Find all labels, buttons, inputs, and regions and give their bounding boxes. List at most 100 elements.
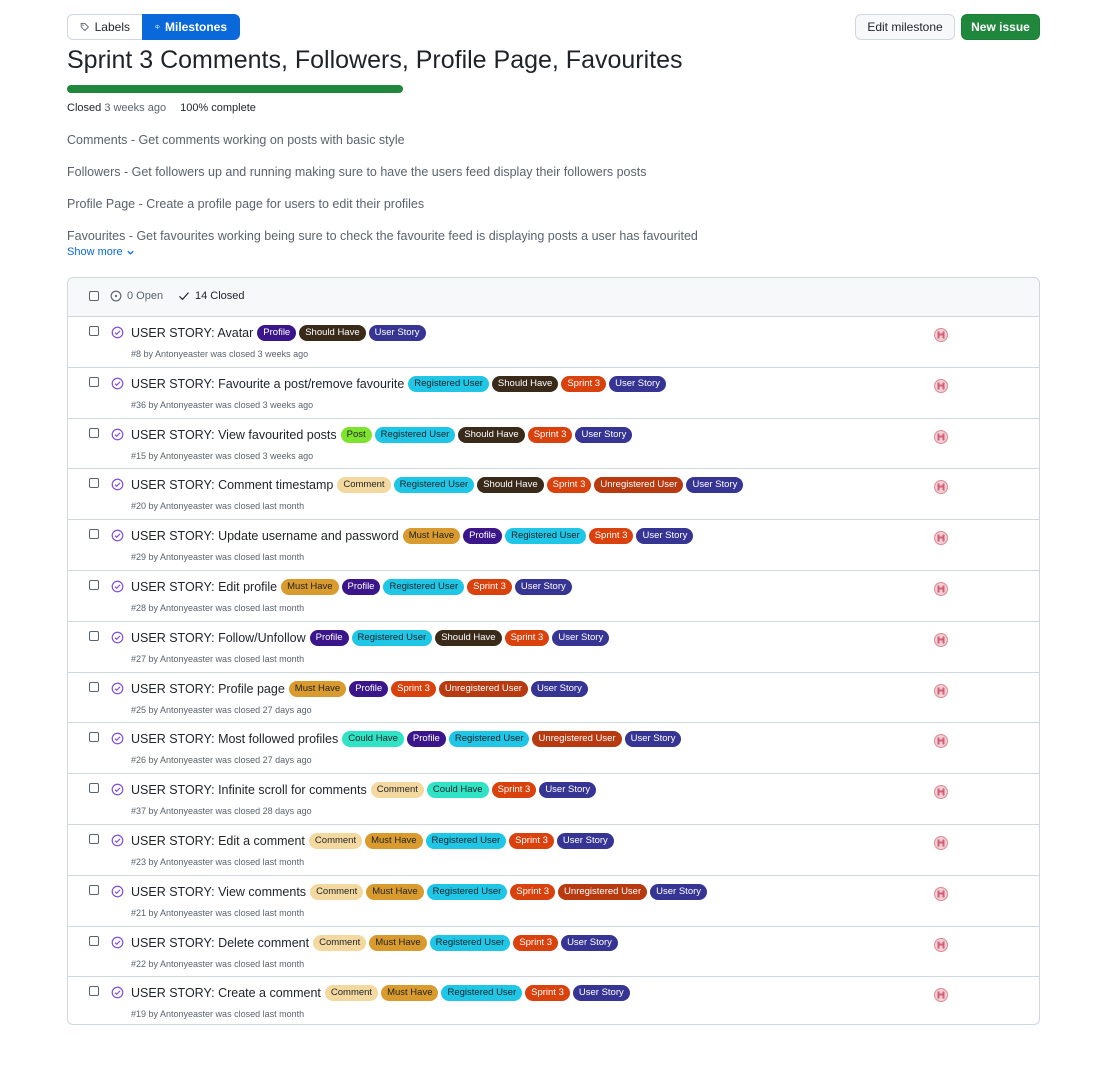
issue-label[interactable]: User Story bbox=[368, 325, 426, 341]
issue-label[interactable]: User Story bbox=[530, 680, 588, 697]
issue-row[interactable]: USER STORY: Most followed profiles Could … bbox=[68, 723, 1039, 775]
assignee-avatar[interactable] bbox=[934, 886, 948, 901]
issue-label[interactable]: Registered User bbox=[505, 528, 586, 545]
issue-row[interactable]: USER STORY: Delete comment Comment Must Ha… bbox=[68, 927, 1039, 978]
assignee-avatar[interactable] bbox=[934, 429, 948, 444]
issue-label[interactable]: Profile bbox=[349, 680, 389, 697]
issue-label[interactable]: Should Have bbox=[477, 477, 544, 494]
issue-title-link[interactable]: USER STORY: Delete comment bbox=[131, 936, 309, 950]
issue-title-link[interactable]: USER STORY: Infinite scroll for comments bbox=[131, 783, 367, 797]
issue-label[interactable]: Must Have bbox=[381, 985, 439, 1002]
issue-label[interactable]: Registered User bbox=[393, 477, 475, 494]
issue-label[interactable]: Should Have bbox=[299, 325, 366, 341]
issue-title-link[interactable]: USER STORY: View comments bbox=[131, 885, 306, 899]
issue-row[interactable]: USER STORY: Create a comment Comment Must … bbox=[68, 977, 1039, 1024]
issue-label[interactable]: Registered User bbox=[351, 629, 433, 646]
issue-label[interactable]: User Story bbox=[575, 426, 633, 443]
issue-label[interactable]: Registered User bbox=[448, 731, 530, 748]
issue-title-link[interactable]: USER STORY: Favourite a post/remove favo… bbox=[131, 377, 404, 391]
issue-checkbox[interactable] bbox=[89, 833, 99, 844]
closed-filter[interactable]: 14 Closed bbox=[178, 290, 245, 302]
issue-label[interactable]: Unregistered User bbox=[532, 731, 622, 748]
issue-label[interactable]: Registered User bbox=[426, 883, 508, 900]
issue-label[interactable]: User Story bbox=[514, 578, 572, 595]
issue-label[interactable]: User Story bbox=[561, 934, 618, 951]
issue-label[interactable]: Comment bbox=[313, 934, 367, 951]
issue-label[interactable]: User Story bbox=[572, 985, 630, 1002]
assignee-avatar[interactable] bbox=[934, 632, 948, 647]
labels-tab[interactable]: Labels bbox=[67, 14, 142, 40]
issue-checkbox[interactable] bbox=[89, 732, 99, 743]
issue-label[interactable]: Registered User bbox=[383, 578, 465, 595]
issue-row[interactable]: USER STORY: Update username and password… bbox=[68, 520, 1039, 571]
issue-checkbox[interactable] bbox=[89, 884, 99, 895]
issue-row[interactable]: USER STORY: Infinite scroll for comments… bbox=[68, 774, 1039, 825]
issue-label[interactable]: User Story bbox=[636, 528, 694, 545]
issue-label[interactable]: Profile bbox=[463, 528, 503, 545]
issue-label[interactable]: Unregistered User bbox=[438, 680, 528, 697]
issue-label[interactable]: Should Have bbox=[491, 375, 559, 392]
issue-checkbox[interactable] bbox=[89, 529, 99, 540]
issue-row[interactable]: USER STORY: Edit profile Must Have Profile… bbox=[68, 571, 1039, 622]
issue-checkbox[interactable] bbox=[89, 326, 99, 336]
issue-label[interactable]: User Story bbox=[624, 731, 682, 748]
issue-label[interactable]: Comment bbox=[337, 477, 391, 494]
issue-label[interactable]: Comment bbox=[370, 782, 424, 799]
issue-row[interactable]: USER STORY: Follow/Unfollow Profile Regist… bbox=[68, 622, 1039, 673]
edit-milestone-button[interactable]: Edit milestone bbox=[855, 14, 955, 40]
issue-label[interactable]: Should Have bbox=[435, 629, 502, 646]
issue-title-link[interactable]: USER STORY: Most followed profiles bbox=[131, 732, 338, 746]
assignee-avatar[interactable] bbox=[934, 937, 948, 952]
assignee-avatar[interactable] bbox=[934, 378, 948, 393]
issue-checkbox[interactable] bbox=[89, 783, 99, 794]
issue-label[interactable]: Registered User bbox=[429, 934, 511, 951]
issue-title-link[interactable]: USER STORY: Edit profile bbox=[131, 580, 277, 594]
issue-label[interactable]: Sprint 3 bbox=[525, 985, 570, 1002]
issue-title-link[interactable]: USER STORY: View favourited posts bbox=[131, 428, 337, 442]
issue-title-link[interactable]: USER STORY: Follow/Unfollow bbox=[131, 631, 306, 645]
assignee-avatar[interactable] bbox=[934, 581, 948, 596]
issue-label[interactable]: Could Have bbox=[342, 731, 404, 748]
issue-label[interactable]: Must Have bbox=[402, 528, 461, 545]
issue-label[interactable]: Must Have bbox=[369, 934, 427, 951]
issue-label[interactable]: Profile bbox=[309, 629, 349, 646]
issue-label[interactable]: Unregistered User bbox=[558, 883, 648, 900]
issue-label[interactable]: Comment bbox=[310, 883, 364, 900]
issue-label[interactable]: Sprint 3 bbox=[513, 934, 559, 951]
issue-label[interactable]: User Story bbox=[552, 629, 610, 646]
select-all-checkbox[interactable] bbox=[89, 291, 99, 301]
issue-title-link[interactable]: USER STORY: Profile page bbox=[131, 682, 285, 696]
issue-checkbox[interactable] bbox=[89, 986, 99, 997]
issue-title-link[interactable]: USER STORY: Comment timestamp bbox=[131, 478, 333, 492]
issue-row[interactable]: USER STORY: Profile page Must Have Profile… bbox=[68, 673, 1039, 724]
issue-label[interactable]: Sprint 3 bbox=[527, 426, 573, 443]
assignee-avatar[interactable] bbox=[934, 683, 948, 698]
issue-label[interactable]: Must Have bbox=[281, 578, 339, 595]
issue-label[interactable]: Sprint 3 bbox=[510, 883, 556, 900]
issue-title-link[interactable]: USER STORY: Avatar bbox=[131, 326, 253, 340]
issue-title-link[interactable]: USER STORY: Create a comment bbox=[131, 986, 321, 1000]
open-filter[interactable]: 0 Open bbox=[110, 290, 163, 302]
issue-label[interactable]: User Story bbox=[556, 832, 614, 849]
issue-label[interactable]: Post bbox=[340, 426, 372, 443]
assignee-avatar[interactable] bbox=[934, 734, 948, 749]
issue-checkbox[interactable] bbox=[89, 935, 99, 946]
issue-label[interactable]: User Story bbox=[650, 883, 708, 900]
assignee-avatar[interactable] bbox=[934, 988, 948, 1003]
issue-row[interactable]: USER STORY: View favourited posts Post Reg… bbox=[68, 419, 1039, 470]
issue-label[interactable]: User Story bbox=[539, 782, 597, 799]
issue-label[interactable]: Must Have bbox=[366, 883, 424, 900]
issue-label[interactable]: Sprint 3 bbox=[504, 629, 550, 646]
issue-label[interactable]: Profile bbox=[406, 731, 446, 748]
issue-label[interactable]: Sprint 3 bbox=[391, 680, 436, 697]
assignee-avatar[interactable] bbox=[934, 785, 948, 800]
issue-row[interactable]: USER STORY: Comment timestamp Comment Regi… bbox=[68, 469, 1039, 521]
milestones-tab[interactable]: Milestones bbox=[142, 14, 240, 40]
issue-checkbox[interactable] bbox=[89, 427, 99, 438]
issue-label[interactable]: Registered User bbox=[408, 375, 489, 392]
new-issue-button[interactable]: New issue bbox=[961, 14, 1040, 40]
issue-label[interactable]: Profile bbox=[341, 578, 381, 595]
issue-label[interactable]: Unregistered User bbox=[594, 477, 684, 494]
issue-checkbox[interactable] bbox=[89, 630, 99, 641]
issue-checkbox[interactable] bbox=[89, 376, 99, 387]
